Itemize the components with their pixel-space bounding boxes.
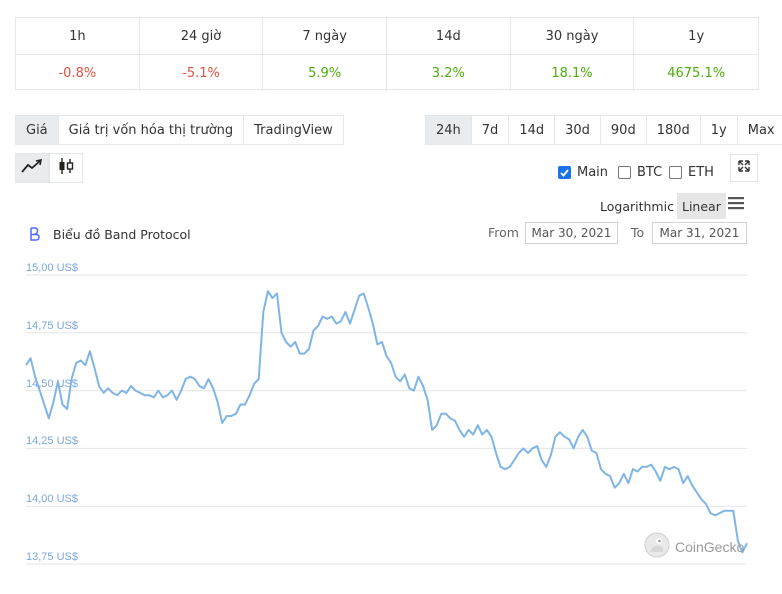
- coingecko-watermark: CoinGecko: [644, 532, 744, 562]
- gecko-logo-icon: [644, 532, 670, 562]
- price-chart[interactable]: [0, 0, 782, 594]
- watermark-text: CoinGecko: [675, 539, 745, 555]
- price-series-line: [25, 290, 748, 554]
